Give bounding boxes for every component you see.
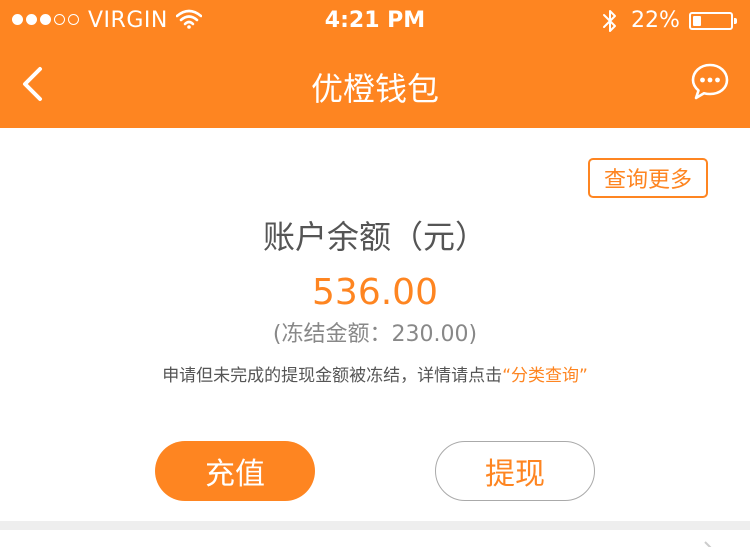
category-query-link[interactable]: “分类查询” (502, 366, 588, 386)
chevron-right-icon (704, 541, 712, 547)
battery-icon (689, 12, 737, 30)
section-divider (0, 521, 750, 530)
balance-title: 账户余额（元） (262, 218, 487, 256)
frozen-note: 申请但未完成的提现金额被冻结，详情请点击“分类查询” (0, 361, 750, 386)
query-more-button[interactable]: 查询更多 (588, 158, 708, 198)
battery-level (693, 16, 701, 26)
page-title: 优橙钱包 (310, 70, 439, 108)
battery-percent: 22% (631, 8, 680, 33)
frozen-amount: (冻结金额：230.00) (272, 322, 478, 347)
list-item[interactable] (0, 530, 750, 547)
withdraw-button[interactable]: 提现 (435, 441, 595, 501)
header-bar: VIRGIN 4:21 PM 22% 优橙钱包 (0, 0, 750, 128)
bluetooth-icon (603, 10, 616, 32)
chat-bubble-icon[interactable] (690, 62, 730, 102)
frozen-note-text: 申请但未完成的提现金额被冻结，详情请点击 (162, 366, 503, 386)
status-bar: VIRGIN 4:21 PM 22% (0, 0, 750, 40)
battery-tip (734, 18, 737, 24)
balance-amount: 536.00 (312, 272, 438, 313)
recharge-button[interactable]: 充值 (155, 441, 315, 501)
